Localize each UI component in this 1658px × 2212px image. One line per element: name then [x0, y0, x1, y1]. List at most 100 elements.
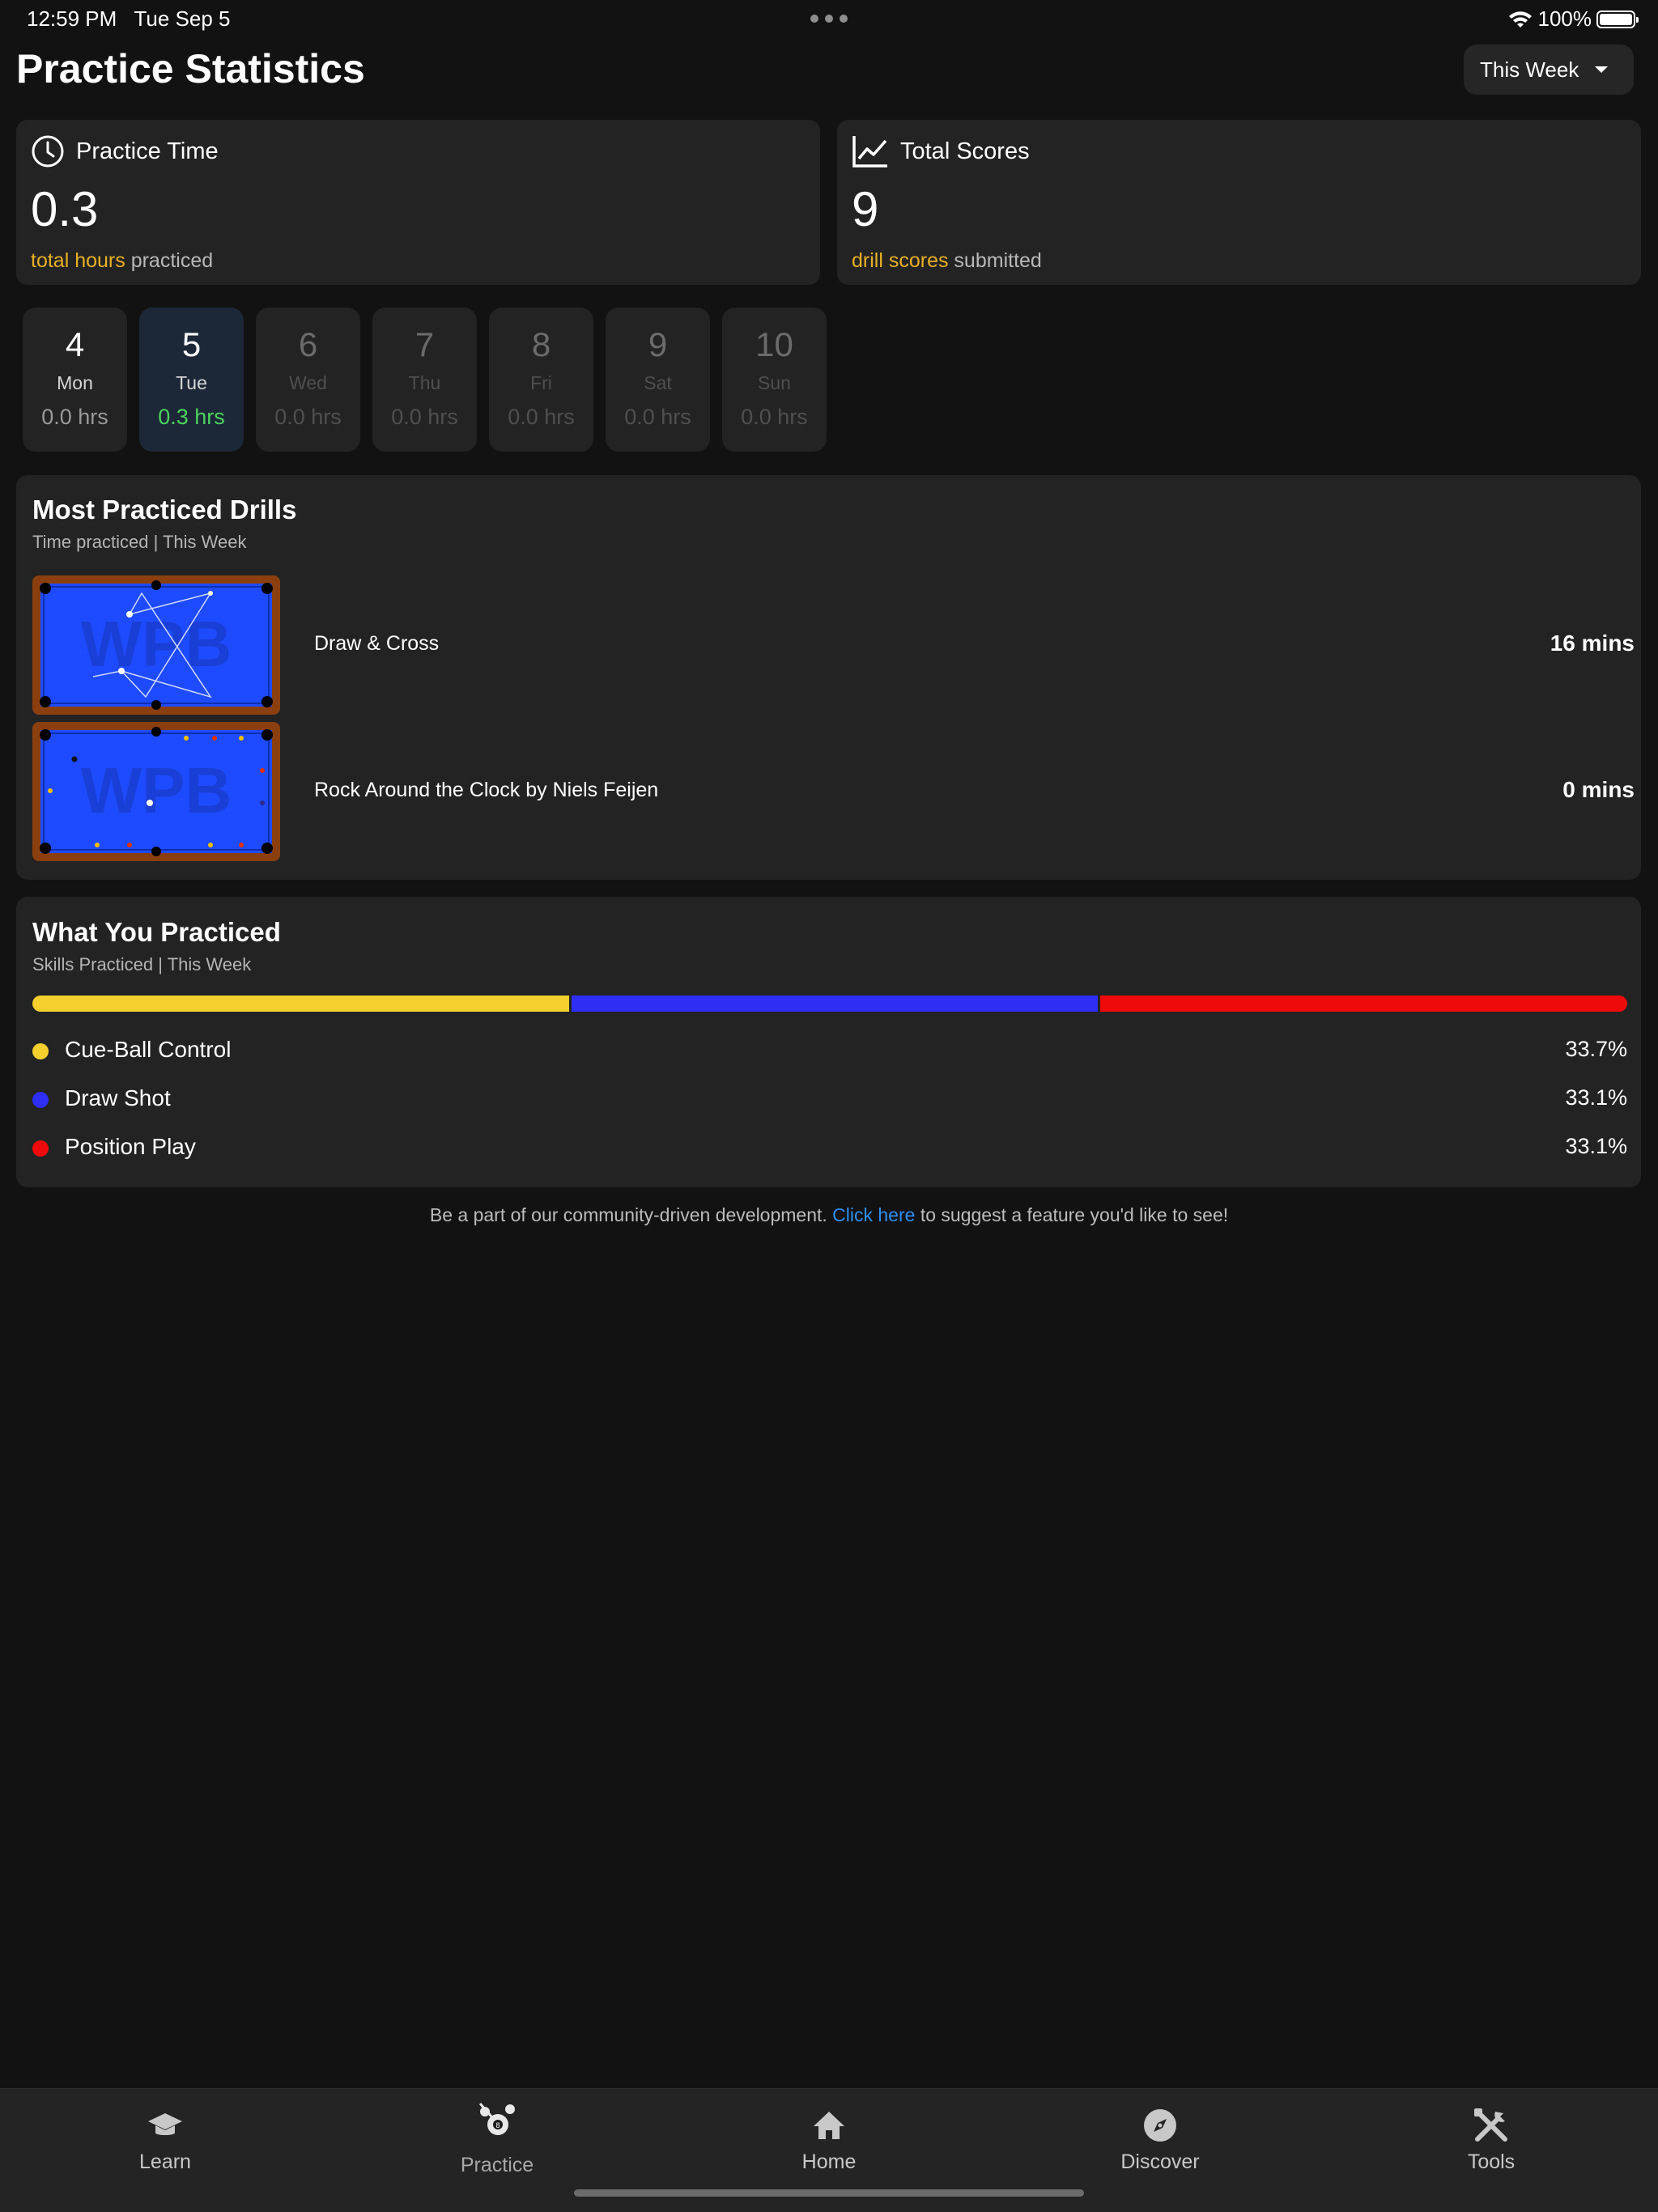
skill-row: Cue-Ball Control 33.7% [32, 1035, 1627, 1068]
multitasking-dots-icon[interactable] [810, 15, 848, 23]
skill-row: Position Play 33.1% [32, 1132, 1627, 1165]
tab-label: Learn [139, 2150, 191, 2173]
drill-name: Draw & Cross [314, 632, 440, 655]
total-scores-caption-suffix: submitted [948, 249, 1042, 272]
battery-icon [1596, 10, 1639, 28]
what-you-practiced-card: What You Practiced Skills Practiced | Th… [16, 897, 1641, 1187]
day-card-thu[interactable]: 7 Thu 0.0 hrs [372, 308, 477, 452]
total-scores-caption: drill scores submitted [852, 249, 1042, 273]
day-hours: 0.0 hrs [41, 405, 108, 429]
svg-text:8: 8 [495, 2121, 500, 2129]
tools-icon [1474, 2108, 1507, 2142]
day-name: Fri [530, 372, 552, 393]
tab-home[interactable]: Home [708, 2089, 950, 2186]
home-icon [814, 2112, 844, 2139]
status-bar: 12:59 PM Tue Sep 5 100% [0, 0, 1658, 39]
day-card-tue[interactable]: 5 Tue 0.3 hrs [139, 308, 244, 452]
day-number: 8 [531, 325, 551, 363]
day-number: 7 [414, 325, 435, 363]
skill-color-dot [32, 1043, 49, 1059]
day-name: Wed [289, 372, 327, 393]
billiard-balls-icon: 8 [478, 2103, 515, 2135]
status-time-clock: 12:59 PM [27, 6, 117, 31]
skill-color-dot [32, 1140, 49, 1157]
period-dropdown[interactable]: This Week [1464, 45, 1634, 95]
tab-label: Discover [1120, 2150, 1200, 2173]
skill-segment-draw-shot [571, 996, 1099, 1012]
tab-tools[interactable]: Tools [1370, 2089, 1613, 2186]
tab-practice[interactable]: 8 Practice [376, 2089, 619, 2186]
period-dropdown-value: This Week [1480, 57, 1579, 82]
day-card-mon[interactable]: 4 Mon 0.0 hrs [23, 308, 127, 452]
day-number: 9 [648, 325, 668, 363]
svg-text:WPB: WPB [81, 608, 232, 680]
skill-percent: 33.1% [1565, 1134, 1627, 1158]
drill-time: 0 mins [1562, 777, 1635, 802]
svg-text:WPB: WPB [81, 754, 232, 826]
day-number: 5 [181, 325, 202, 363]
drill-name: Rock Around the Clock by Niels Feijen [314, 779, 659, 801]
skill-percent: 33.1% [1565, 1085, 1627, 1110]
status-indicators: 100% [1507, 6, 1639, 32]
drill-time: 16 mins [1550, 630, 1635, 656]
total-scores-value: 9 [852, 182, 879, 236]
status-date: Tue Sep 5 [134, 6, 231, 31]
day-hours: 0.0 hrs [274, 405, 342, 429]
practice-time-caption: total hours practiced [31, 249, 213, 273]
wifi-icon [1508, 11, 1532, 28]
day-name: Tue [176, 372, 207, 393]
tab-label: Tools [1467, 2150, 1516, 2173]
day-hours: 0.3 hrs [158, 405, 225, 429]
day-name: Thu [408, 372, 441, 393]
practice-time-title: Practice Time [76, 138, 219, 164]
skills-title: What You Practiced [32, 917, 281, 947]
drill-row[interactable]: WPB Draw & Cross 16 mins [32, 575, 1656, 715]
skill-label: Position Play [65, 1134, 196, 1159]
skill-row: Draw Shot 33.1% [32, 1084, 1627, 1116]
community-text-before: Be a part of our community-driven develo… [429, 1204, 833, 1225]
page-title: Practice Statistics [16, 46, 365, 91]
day-number: 6 [298, 325, 318, 363]
total-scores-header: Total Scores [852, 134, 1030, 168]
day-hours: 0.0 hrs [741, 405, 808, 429]
tab-label: Practice [460, 2154, 534, 2176]
skill-segment-cue-ball-control [32, 996, 569, 1012]
practice-time-card: Practice Time 0.3 total hours practiced [16, 120, 820, 285]
day-card-sun[interactable]: 10 Sun 0.0 hrs [722, 308, 827, 452]
line-chart-icon [852, 136, 887, 168]
day-card-fri[interactable]: 8 Fri 0.0 hrs [489, 308, 593, 452]
most-practiced-drills-card: Most Practiced Drills Time practiced | T… [16, 475, 1641, 880]
pool-table-diagram: WPB [32, 575, 280, 715]
tab-learn[interactable]: Learn [44, 2089, 287, 2186]
day-card-sat[interactable]: 9 Sat 0.0 hrs [606, 308, 710, 452]
day-number: 10 [755, 325, 793, 363]
suggest-feature-link[interactable]: Click here [832, 1204, 915, 1225]
compass-icon [1144, 2109, 1176, 2142]
day-hours: 0.0 hrs [391, 405, 458, 429]
practice-time-header: Practice Time [31, 134, 219, 168]
tab-label: Home [801, 2150, 857, 2173]
practice-time-caption-suffix: practiced [125, 249, 214, 272]
skills-distribution-bar [32, 996, 1627, 1012]
skill-color-dot [32, 1092, 49, 1108]
drill-row[interactable]: WPB Rock Around the Clock by Niels Feije… [32, 722, 1656, 861]
clock-icon [32, 135, 64, 168]
day-name: Mon [57, 372, 93, 393]
status-time: 12:59 PM Tue Sep 5 [27, 6, 231, 32]
drills-subtitle: Time practiced | This Week [32, 532, 247, 552]
tab-discover[interactable]: Discover [1039, 2089, 1282, 2186]
skill-label: Cue-Ball Control [65, 1037, 232, 1062]
day-name: Sun [758, 372, 791, 393]
skill-label: Draw Shot [65, 1085, 171, 1110]
skill-segment-position-play [1100, 996, 1627, 1012]
day-number: 4 [65, 325, 85, 363]
practice-time-value: 0.3 [31, 182, 99, 236]
day-card-wed[interactable]: 6 Wed 0.0 hrs [256, 308, 360, 452]
home-indicator[interactable] [574, 2189, 1084, 2197]
total-scores-card: Total Scores 9 drill scores submitted [837, 120, 1641, 285]
community-note: Be a part of our community-driven develo… [0, 1204, 1658, 1226]
caret-down-icon [1595, 66, 1608, 73]
drills-title: Most Practiced Drills [32, 495, 297, 524]
total-scores-title: Total Scores [900, 138, 1030, 164]
day-hours: 0.0 hrs [508, 405, 575, 429]
